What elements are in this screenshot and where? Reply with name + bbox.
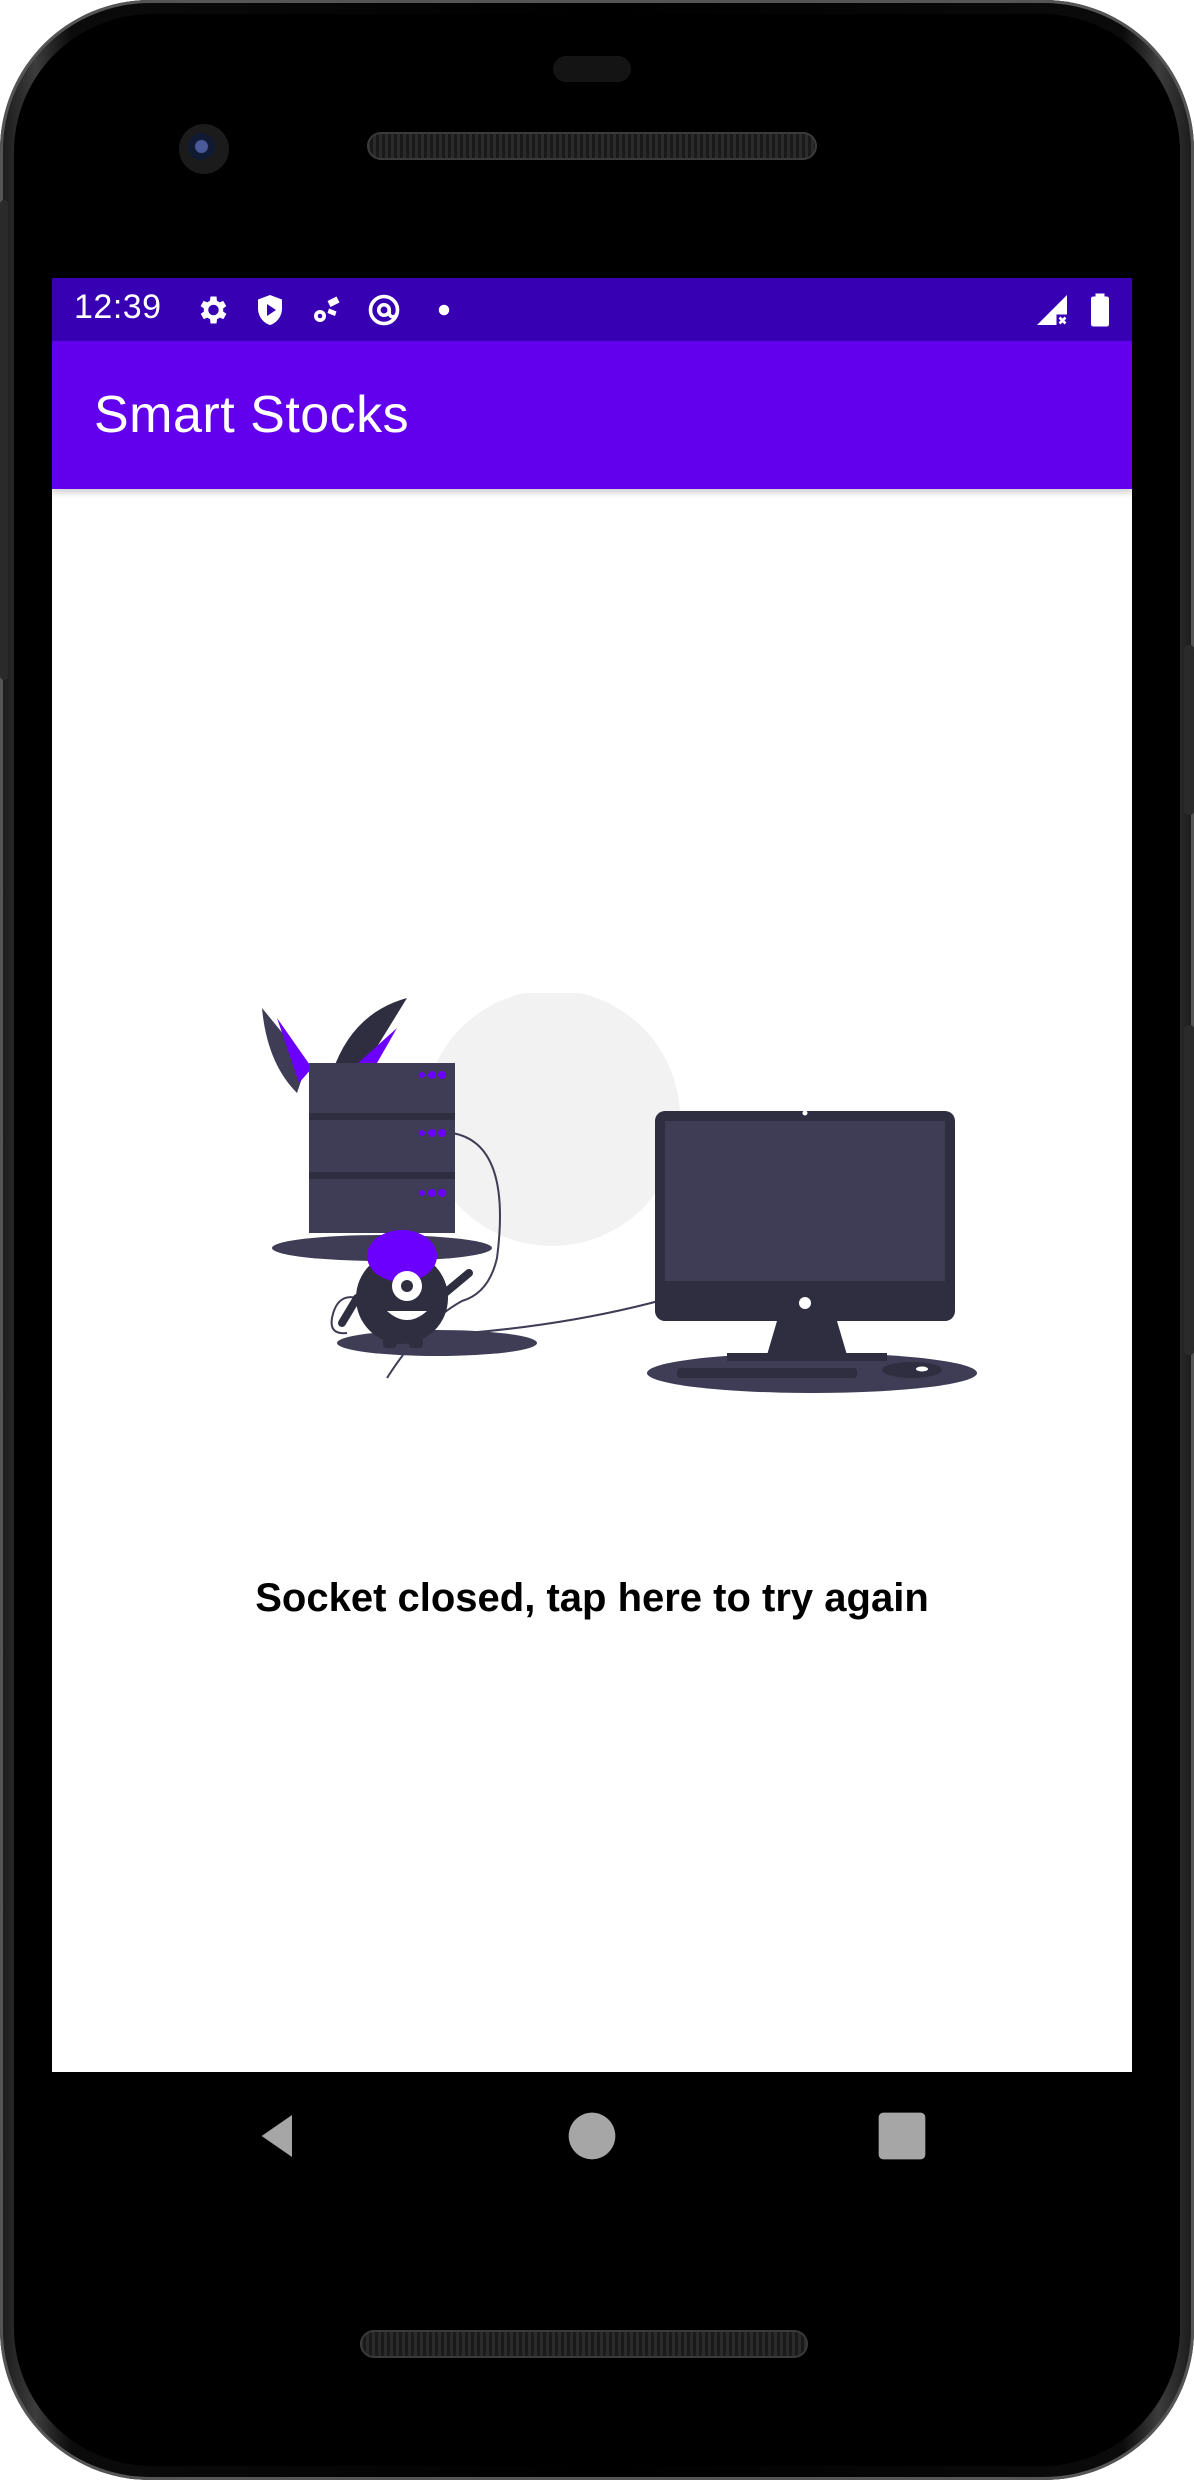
- left-rail: [0, 200, 8, 680]
- at-sign-icon: [368, 294, 400, 326]
- sync-icon: [314, 296, 340, 322]
- signal-off-icon: [1037, 295, 1067, 325]
- volume-button: [1184, 1025, 1194, 1355]
- back-icon[interactable]: [250, 2108, 306, 2164]
- power-button: [1184, 645, 1194, 815]
- retry-message[interactable]: Socket closed, tap here to try again: [52, 1576, 1132, 1621]
- cable: [466, 1292, 688, 1334]
- status-bar: 12:39: [52, 278, 1132, 341]
- front-camera: [179, 124, 229, 174]
- home-icon[interactable]: [564, 2108, 620, 2164]
- status-time: 12:39: [74, 288, 162, 326]
- settings-icon: [200, 296, 227, 324]
- battery-icon: [1091, 293, 1109, 327]
- app-title: Smart Stocks: [94, 386, 410, 444]
- bottom-speaker: [360, 2330, 808, 2358]
- navigation-bar: [52, 2072, 1132, 2198]
- server-monitor-error-illustration[interactable]: [257, 993, 977, 1413]
- shield-play-icon: [258, 295, 282, 325]
- background-circle: [424, 993, 680, 1246]
- device-screen: 12:39 Smart Stocks Socket closed, tap he…: [52, 278, 1132, 2072]
- recents-icon[interactable]: [874, 2108, 930, 2164]
- top-speaker: [367, 132, 817, 160]
- proximity-sensor: [553, 56, 631, 82]
- dot-icon: [438, 304, 450, 316]
- app-bar: Smart Stocks: [52, 341, 1132, 489]
- monitor: [647, 1110, 977, 1393]
